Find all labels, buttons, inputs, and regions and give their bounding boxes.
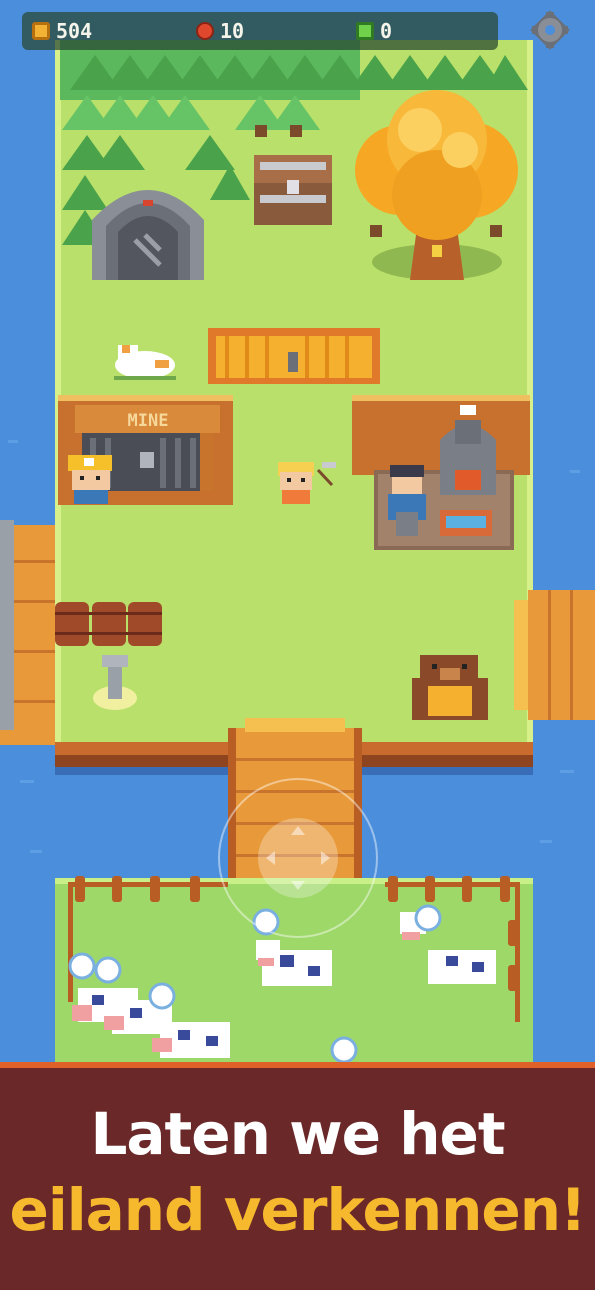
apple-count: 10 [220,19,245,43]
arrow-right-icon [321,851,330,865]
miner-npc [68,455,112,504]
gem-count: 0 [380,19,393,43]
apple-icon [196,22,214,40]
coin-count: 504 [56,19,93,43]
gear-icon [530,10,570,50]
coin-icon [32,22,50,40]
treasure-chest [254,155,332,225]
game-scene[interactable]: MINE 504 10 0 [0,0,595,1062]
left-dock [0,520,55,745]
joystick-knob[interactable] [258,818,338,898]
banner-title-line1: Laten we het [90,1100,505,1168]
arrow-down-icon [291,881,305,890]
wheat-fence [208,328,380,384]
apple-counter: 10 [196,12,244,50]
banner-title-line2: eiland verkennen! [9,1176,587,1244]
arrow-up-icon [291,826,305,835]
bear-npc [412,655,488,720]
gem-counter: 0 [356,12,392,50]
right-dock [514,590,595,720]
mine-sign: MINE [128,411,169,431]
settings-button[interactable] [530,10,570,50]
promo-banner: Laten we het eiland verkennen! [0,1062,595,1290]
gem-icon [356,22,374,40]
coin-counter: 504 [32,12,92,50]
arrow-left-icon [266,851,275,865]
resource-bar: 504 10 0 [22,12,498,50]
